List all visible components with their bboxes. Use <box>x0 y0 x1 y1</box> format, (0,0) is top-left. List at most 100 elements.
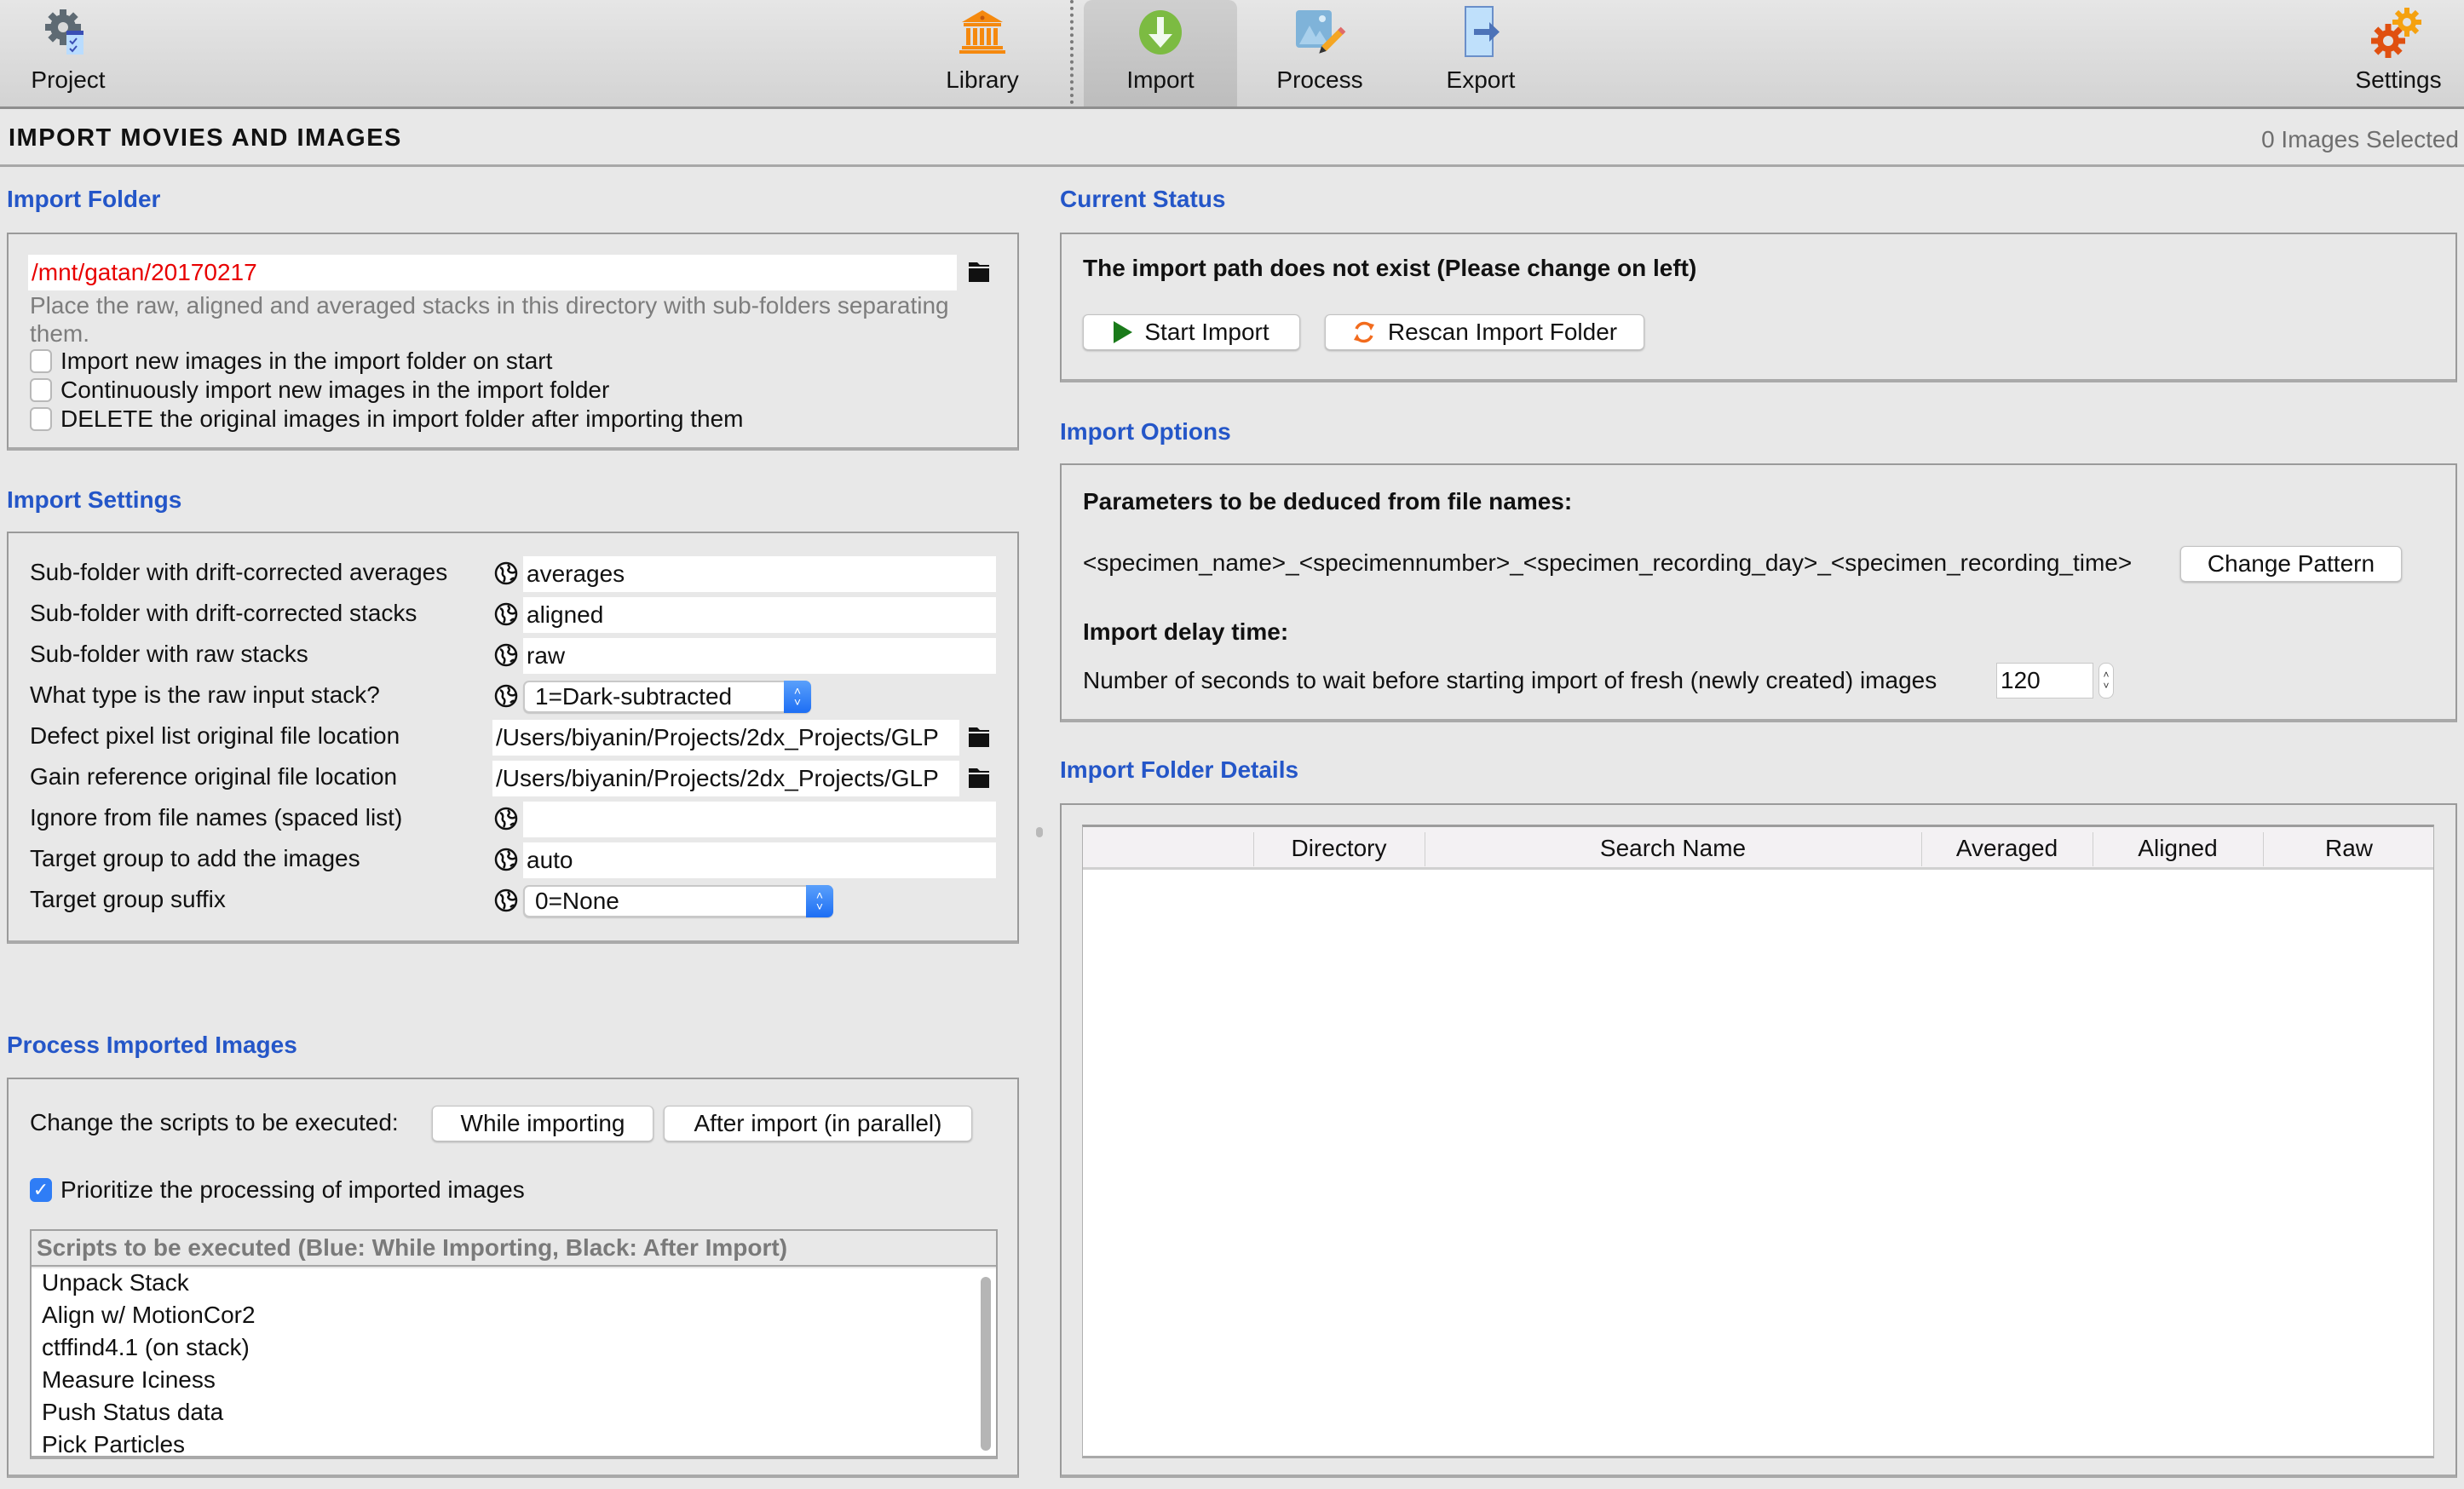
current-status-heading: Current Status <box>1060 186 1226 212</box>
folder-details-heading: Import Folder Details <box>1060 756 1299 783</box>
toolbar-import[interactable]: Import <box>1084 0 1237 106</box>
toolbar-settings-label: Settings <box>2355 66 2442 93</box>
checkbox-delete-originals[interactable]: DELETE the original images in import fol… <box>30 405 743 433</box>
column-divider[interactable] <box>1253 832 1254 866</box>
toolbar-export-label: Export <box>1446 66 1516 93</box>
setting-label: Sub-folder with raw stacks <box>30 641 308 667</box>
import-folder-help-text: Place the raw, aligned and averaged stac… <box>30 292 949 347</box>
setting-label: What type is the raw input stack? <box>30 681 380 708</box>
process-imported-heading: Process Imported Images <box>7 1032 297 1058</box>
checkbox-box[interactable] <box>30 407 52 431</box>
setting-dropdown[interactable]: 0=None ˄ ˅ <box>523 885 833 917</box>
folder-details-table: Directory Search Name Averaged Aligned Raw <box>1082 825 2434 1458</box>
setting-text-input[interactable] <box>523 842 996 878</box>
setting-label: Defect pixel list original file location <box>30 722 400 749</box>
dropdown-selected-value: 0=None <box>535 888 619 914</box>
setting-text-input[interactable] <box>523 556 996 592</box>
toolbar-settings[interactable]: Settings <box>2343 0 2454 106</box>
filename-pattern: <specimen_name>_<specimennumber>_<specim… <box>1083 549 2133 576</box>
column-divider[interactable] <box>2263 832 2264 866</box>
checkbox-continuous-import[interactable]: Continuously import new images in the im… <box>30 377 609 404</box>
checkbox-label: Continuously import new images in the im… <box>60 377 610 403</box>
column-header[interactable]: Aligned <box>2093 827 2263 870</box>
change-scripts-label: Change the scripts to be executed: <box>30 1109 399 1135</box>
browse-folder-icon[interactable] <box>966 765 992 790</box>
panel-splitter-handle[interactable] <box>1036 827 1043 837</box>
column-header[interactable]: Search Name <box>1425 827 1921 870</box>
script-list-item[interactable]: Push Status data <box>32 1398 996 1430</box>
setting-dropdown[interactable]: 1=Dark-subtracted ˄ ˅ <box>523 681 811 713</box>
setting-path-input[interactable] <box>492 720 959 756</box>
column-header[interactable]: Directory <box>1253 827 1425 870</box>
setting-text-input[interactable] <box>523 638 996 674</box>
table-header: Directory Search Name Averaged Aligned Raw <box>1083 827 2433 870</box>
setting-label: Sub-folder with drift-corrected stacks <box>30 600 417 626</box>
toolbar-project-label: Project <box>31 66 106 93</box>
checkbox-box[interactable] <box>30 349 52 373</box>
script-items: Unpack Stack Align w/ MotionCor2 ctffind4.… <box>32 1268 996 1463</box>
script-list-item[interactable]: Unpack Stack <box>32 1268 996 1301</box>
start-import-button[interactable]: Start Import <box>1083 314 1300 350</box>
globe-icon[interactable] <box>494 848 518 871</box>
checkbox-label: Import new images in the import folder o… <box>60 348 553 374</box>
script-list-item[interactable]: ctffind4.1 (on stack) <box>32 1333 996 1365</box>
setting-text-input[interactable] <box>523 802 996 837</box>
script-list-item[interactable]: Pick Particles <box>32 1430 996 1463</box>
toolbar-export[interactable]: Export <box>1430 0 1532 106</box>
toolbar-library-label: Library <box>946 66 1019 93</box>
delay-stepper[interactable]: ˄ ˅ <box>2098 663 2114 699</box>
project-gear-checklist-icon <box>41 5 95 60</box>
globe-icon[interactable] <box>494 643 518 667</box>
toolbar-process[interactable]: Process <box>1269 0 1371 106</box>
while-importing-button[interactable]: While importing <box>432 1106 653 1141</box>
toolbar-library[interactable]: Library <box>931 0 1033 106</box>
checkbox-label: DELETE the original images in import fol… <box>60 405 744 432</box>
after-import-button[interactable]: After import (in parallel) <box>664 1106 972 1141</box>
dropdown-chevron-icon[interactable]: ˄ ˅ <box>784 681 811 713</box>
settings-gears-icon <box>2371 5 2426 60</box>
toolbar-project[interactable]: Project <box>17 0 119 106</box>
stepper-down-icon[interactable]: ˅ <box>2103 681 2109 692</box>
delay-label: Import delay time: <box>1083 618 1289 645</box>
scripts-scrollbar[interactable] <box>981 1277 991 1451</box>
refresh-icon <box>1352 320 1376 344</box>
globe-icon[interactable] <box>494 561 518 585</box>
dropdown-chevron-icon[interactable]: ˄ ˅ <box>806 885 833 917</box>
column-header[interactable] <box>1083 827 1253 870</box>
import-folder-path-input[interactable] <box>28 255 957 290</box>
setting-text-input[interactable] <box>523 597 996 633</box>
setting-label: Sub-folder with drift-corrected averages <box>30 559 448 585</box>
change-pattern-button[interactable]: Change Pattern <box>2180 546 2402 582</box>
delay-seconds-input[interactable] <box>1996 663 2093 699</box>
checkbox-box[interactable] <box>30 378 52 402</box>
script-list-item[interactable]: Measure Iciness <box>32 1365 996 1398</box>
globe-icon[interactable] <box>494 602 518 626</box>
library-building-icon <box>955 5 1010 60</box>
globe-icon[interactable] <box>494 888 518 912</box>
browse-folder-icon[interactable] <box>966 259 992 285</box>
rescan-import-folder-button[interactable]: Rescan Import Folder <box>1325 314 1644 350</box>
setting-label: Gain reference original file location <box>30 763 398 790</box>
page-header: IMPORT MOVIES AND IMAGES 0 Images Select… <box>0 109 2464 167</box>
globe-icon[interactable] <box>494 807 518 831</box>
setting-path-input[interactable] <box>492 761 959 796</box>
selection-count: 0 Images Selected <box>2261 126 2459 152</box>
main-toolbar: Project Library Import Process Export Se… <box>0 0 2464 109</box>
script-list-item[interactable]: Align w/ MotionCor2 <box>32 1301 996 1333</box>
rescan-label: Rescan Import Folder <box>1387 319 1618 345</box>
toolbar-import-label: Import <box>1126 66 1195 93</box>
setting-label: Target group to add the images <box>30 845 360 871</box>
browse-folder-icon[interactable] <box>966 724 992 750</box>
checkmark-icon[interactable]: ✓ <box>30 1178 52 1202</box>
column-divider[interactable] <box>1921 832 1922 866</box>
start-import-label: Start Import <box>1144 319 1269 345</box>
checkbox-import-on-start[interactable]: Import new images in the import folder o… <box>30 348 552 375</box>
globe-icon[interactable] <box>494 684 518 708</box>
checkbox-prioritize-processing[interactable]: ✓ Prioritize the processing of imported … <box>30 1176 525 1204</box>
column-header[interactable]: Raw <box>2263 827 2435 870</box>
column-header[interactable]: Averaged <box>1921 827 2093 870</box>
play-icon <box>1114 321 1133 343</box>
delay-description: Number of seconds to wait before startin… <box>1083 667 1937 693</box>
import-folder-heading: Import Folder <box>7 186 161 212</box>
import-options-heading: Import Options <box>1060 418 1231 445</box>
